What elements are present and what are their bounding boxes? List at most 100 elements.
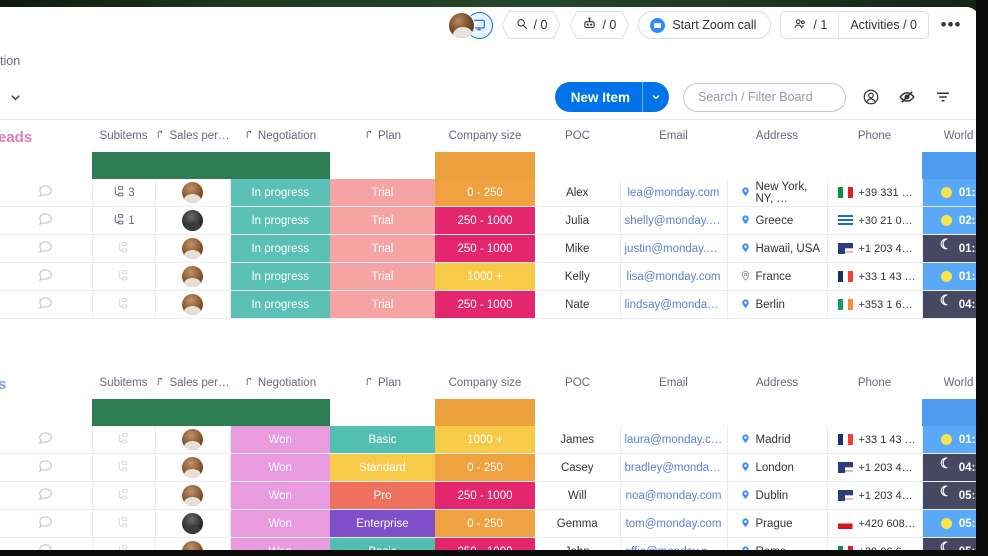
row-phone[interactable]: +30 21 0… (827, 206, 923, 235)
group-title[interactable]: s (0, 376, 6, 393)
row-email[interactable]: bradley@monday.c… (620, 453, 728, 482)
status-badge[interactable]: 0 - 250 (435, 454, 535, 481)
status-badge[interactable]: In progress (230, 235, 330, 262)
row-world-clock[interactable]: 01:21 PM (922, 426, 980, 454)
column-header-company-size[interactable]: Company size (435, 120, 535, 152)
start-zoom-call-button[interactable]: Start Zoom call (638, 11, 772, 39)
world-clock-cell[interactable]: 02:21 PM (922, 207, 980, 234)
row-poc[interactable]: Julia (535, 206, 621, 235)
status-badge[interactable]: 250 - 1000 (435, 207, 535, 234)
row-subitems[interactable] (92, 262, 156, 291)
board-owner-group[interactable] (447, 11, 493, 39)
column-header-address[interactable]: Address (727, 120, 827, 152)
row-address[interactable]: Prague (727, 509, 828, 538)
search-input[interactable]: Search / Filter Board (683, 82, 846, 112)
email-link[interactable]: noa@monday.com (621, 490, 727, 502)
row-email[interactable]: laura@monday.co… (620, 426, 728, 454)
row-sales-person[interactable] (155, 290, 231, 319)
column-header-sales-per[interactable]: Sales per… (155, 367, 230, 399)
row-poc[interactable]: Nate (535, 290, 621, 319)
row-email[interactable]: noa@monday.com (620, 481, 728, 510)
column-header-sales-per[interactable]: Sales per… (155, 120, 230, 152)
row-plan[interactable]: Trial (330, 179, 435, 207)
world-clock-cell[interactable]: 05:21 PM (922, 510, 980, 537)
world-clock-cell[interactable]: 04:21 AM (922, 454, 980, 481)
row-company-size[interactable]: 0 - 250 (435, 179, 535, 207)
column-header-address[interactable]: Address (727, 367, 827, 399)
row-poc[interactable]: Casey (535, 453, 621, 482)
email-link[interactable]: shelly@monday.co… (621, 215, 727, 227)
avatar[interactable] (182, 513, 203, 534)
world-clock-cell[interactable]: 01:21 AM (922, 235, 980, 262)
chat-bubble-icon[interactable] (37, 513, 54, 535)
row-updates-bubble[interactable] (0, 290, 93, 319)
status-badge[interactable]: Pro (330, 482, 435, 509)
status-badge[interactable]: Won (230, 510, 330, 537)
row-plan[interactable]: Trial (330, 206, 435, 235)
row-plan[interactable]: Trial (330, 290, 435, 319)
row-company-size[interactable]: 250 - 1000 (435, 290, 535, 319)
row-negotiation-status[interactable]: In progress (230, 206, 330, 235)
row-poc[interactable]: Mike (535, 234, 621, 263)
row-negotiation-status[interactable]: Won (230, 453, 330, 482)
table-row[interactable]: In progress Trial 250 - 1000 Nate lindsay@mo… (0, 290, 980, 319)
row-world-clock[interactable]: 01:21 PM (922, 262, 980, 291)
column-header-subitems[interactable]: Subitems (92, 367, 155, 399)
sort-filter-icon[interactable] (932, 86, 954, 108)
row-negotiation-status[interactable]: Won (230, 481, 330, 510)
row-world-clock[interactable]: 02:21 PM (922, 206, 980, 235)
row-company-size[interactable]: 250 - 1000 (435, 234, 535, 263)
row-company-size[interactable]: 1000 + (435, 262, 535, 291)
table-row[interactable]: Won Standard 0 - 250 Casey bradley@monday.c…… (0, 453, 980, 482)
status-badge[interactable]: 0 - 250 (435, 510, 535, 537)
row-poc[interactable]: Kelly (535, 262, 621, 291)
row-sales-person[interactable] (155, 206, 231, 235)
email-link[interactable]: tom@monday.com (621, 518, 727, 530)
table-row[interactable]: Won Enterprise 0 - 250 Gemma tom@monday.com P… (0, 509, 980, 538)
row-subitems[interactable] (92, 234, 156, 263)
row-address[interactable]: Madrid (727, 426, 828, 454)
row-address[interactable]: Dublin (727, 481, 828, 510)
row-subitems[interactable] (92, 453, 156, 482)
avatar[interactable] (182, 182, 203, 203)
chat-bubble-icon[interactable] (37, 182, 54, 204)
row-email[interactable]: tom@monday.com (620, 509, 728, 538)
row-negotiation-status[interactable]: In progress (230, 290, 330, 319)
hide-eye-icon[interactable] (896, 86, 918, 108)
table-row[interactable]: In progress Trial 1000 + Kelly lisa@monday.c… (0, 262, 980, 291)
row-address[interactable]: London (727, 453, 828, 482)
chat-bubble-icon[interactable] (37, 238, 54, 260)
row-company-size[interactable]: 0 - 250 (435, 509, 535, 538)
status-badge[interactable]: Trial (330, 207, 435, 234)
email-link[interactable]: lisa@monday.com (621, 271, 727, 283)
row-poc[interactable]: Alex (535, 179, 621, 207)
world-clock-cell[interactable]: 05:21 AM (922, 482, 980, 509)
column-header-poc[interactable]: POC (535, 120, 620, 152)
column-header-company-size[interactable]: Company size (435, 367, 535, 399)
row-negotiation-status[interactable]: In progress (230, 262, 330, 291)
row-world-clock[interactable]: 01:21 PM (922, 179, 980, 207)
row-address[interactable]: Berlin (727, 290, 828, 319)
column-header-negotiation[interactable]: Negotiation (230, 120, 330, 152)
row-phone[interactable]: +1 203 4… (827, 234, 923, 263)
email-link[interactable]: lea@monday.com (621, 187, 727, 199)
avatar[interactable] (182, 238, 203, 259)
row-updates-bubble[interactable] (0, 179, 93, 207)
world-clock-cell[interactable]: 01:21 PM (922, 179, 980, 206)
row-world-clock[interactable]: 05:21 AM (922, 481, 980, 510)
status-badge[interactable]: 0 - 250 (435, 179, 535, 206)
status-badge[interactable]: Trial (330, 291, 435, 318)
chat-bubble-icon[interactable] (37, 429, 54, 451)
row-phone[interactable]: +353 1 6… (827, 290, 923, 319)
row-poc[interactable]: Gemma (535, 509, 621, 538)
row-phone[interactable]: +39 331 … (827, 179, 923, 207)
row-company-size[interactable]: 0 - 250 (435, 453, 535, 482)
row-phone[interactable]: +33 1 43 … (827, 262, 923, 291)
row-address[interactable]: New York, NY, … (727, 179, 828, 207)
row-poc[interactable]: Will (535, 481, 621, 510)
status-badge[interactable]: Trial (330, 179, 435, 206)
avatar[interactable] (182, 210, 203, 231)
row-address[interactable]: France (727, 262, 828, 291)
more-options-icon[interactable]: ••• (938, 12, 964, 38)
row-plan[interactable]: Enterprise (330, 509, 435, 538)
